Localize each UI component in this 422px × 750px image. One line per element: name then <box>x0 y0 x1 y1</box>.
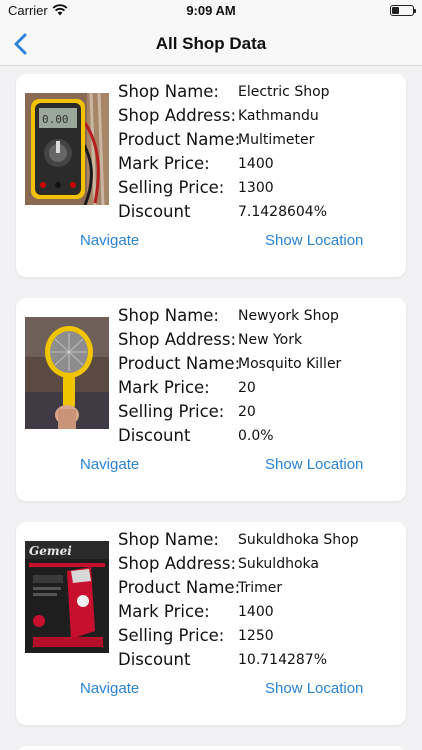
product-name-label: Product Name: <box>118 130 241 149</box>
selling-price-label: Selling Price: <box>118 626 225 645</box>
page-title: All Shop Data <box>155 34 267 53</box>
product-name-label: Product Name: <box>118 578 241 597</box>
shop-list[interactable]: 0.00 Shop Name: Electric Shop Shop Addre… <box>0 66 422 750</box>
shop-name-label: Shop Name: <box>118 306 219 325</box>
discount-label: Discount <box>118 650 191 669</box>
discount-value: 0.0% <box>238 428 274 444</box>
shop-name-value: Electric Shop <box>238 84 330 100</box>
product-image-trimer: Gemei <box>25 541 109 653</box>
shop-name-value: Newyork Shop <box>238 308 339 324</box>
clock: 9:09 AM <box>186 3 236 18</box>
shop-address-value: Kathmandu <box>238 108 319 124</box>
show-location-button[interactable]: Show Location <box>265 456 363 473</box>
shop-card <box>16 746 406 750</box>
brand-text: Gemei <box>29 544 72 558</box>
svg-text:0.00: 0.00 <box>42 113 69 126</box>
discount-label: Discount <box>118 202 191 221</box>
shop-address-value: New York <box>238 332 303 348</box>
discount-value: 7.1428604% <box>238 204 328 220</box>
shop-card: 0.00 Shop Name: Electric Shop Shop Addre… <box>16 74 406 277</box>
mark-price-value: 1400 <box>238 156 274 172</box>
discount-label: Discount <box>118 426 191 445</box>
shop-name-value: Sukuldhoka Shop <box>238 532 359 548</box>
product-name-value: Trimer <box>238 580 283 596</box>
selling-price-value: 1300 <box>238 180 274 196</box>
show-location-button[interactable]: Show Location <box>265 232 363 249</box>
selling-price-label: Selling Price: <box>118 402 225 421</box>
discount-value: 10.714287% <box>238 652 328 668</box>
navigate-button[interactable]: Navigate <box>80 680 139 697</box>
product-name-value: Multimeter <box>238 132 315 148</box>
shop-card: Gemei Shop Name: Sukuldhoka Shop Shop Ad… <box>16 522 406 725</box>
mark-price-label: Mark Price: <box>118 378 210 397</box>
shop-address-label: Shop Address: <box>118 554 237 573</box>
shop-name-label: Shop Name: <box>118 530 219 549</box>
selling-price-value: 20 <box>238 404 256 420</box>
navigation-bar: All Shop Data <box>0 22 422 66</box>
mark-price-label: Mark Price: <box>118 154 210 173</box>
product-image-mosquito-killer <box>25 317 109 429</box>
product-image-multimeter: 0.00 <box>25 93 109 205</box>
shop-address-label: Shop Address: <box>118 330 237 349</box>
battery-level <box>392 7 399 14</box>
product-name-label: Product Name: <box>118 354 241 373</box>
product-name-value: Mosquito Killer <box>238 356 342 372</box>
shop-address-label: Shop Address: <box>118 106 237 125</box>
mark-price-label: Mark Price: <box>118 602 210 621</box>
selling-price-label: Selling Price: <box>118 178 225 197</box>
selling-price-value: 1250 <box>238 628 274 644</box>
status-bar: Carrier 9:09 AM <box>0 0 422 22</box>
mark-price-value: 20 <box>238 380 256 396</box>
back-button[interactable] <box>8 30 36 58</box>
shop-address-value: Sukuldhoka <box>238 556 319 572</box>
mark-price-value: 1400 <box>238 604 274 620</box>
battery-icon <box>390 5 416 16</box>
show-location-button[interactable]: Show Location <box>265 680 363 697</box>
chevron-left-icon <box>14 33 27 55</box>
navigate-button[interactable]: Navigate <box>80 232 139 249</box>
shop-card: Shop Name: Newyork Shop Shop Address: Ne… <box>16 298 406 501</box>
navigate-button[interactable]: Navigate <box>80 456 139 473</box>
shop-name-label: Shop Name: <box>118 82 219 101</box>
